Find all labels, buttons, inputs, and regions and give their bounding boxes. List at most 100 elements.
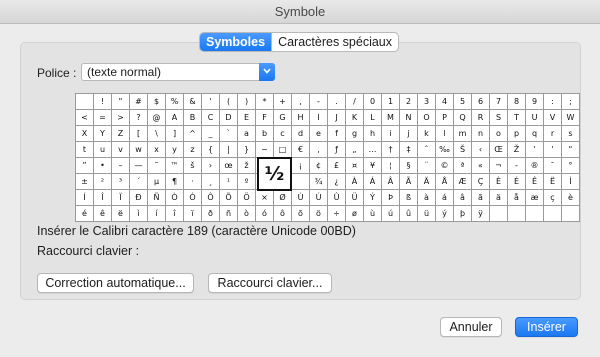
symbol-cell[interactable]: š xyxy=(183,157,202,174)
symbol-cell[interactable]: U xyxy=(525,109,544,126)
symbol-cell[interactable]: ¨ xyxy=(417,157,436,174)
symbol-cell[interactable]: ‹ xyxy=(471,141,490,158)
symbol-cell[interactable]: 1 xyxy=(381,93,400,110)
symbol-cell[interactable]: r xyxy=(543,125,562,142)
symbol-cell[interactable] xyxy=(525,205,544,222)
symbol-cell[interactable]: T xyxy=(507,109,526,126)
symbol-cell[interactable]: ç xyxy=(543,189,562,206)
symbol-cell[interactable]: A xyxy=(165,109,184,126)
symbol-cell[interactable]: Â xyxy=(381,173,400,190)
keyboard-shortcut-button[interactable]: Raccourci clavier... xyxy=(208,273,332,293)
symbol-cell[interactable]: ë xyxy=(111,205,130,222)
symbol-cell[interactable]: ž xyxy=(237,157,256,174)
symbol-cell[interactable]: H xyxy=(291,109,310,126)
symbol-cell[interactable]: 4 xyxy=(435,93,454,110)
symbol-cell[interactable]: ö xyxy=(309,205,328,222)
symbol-cell[interactable]: Ü xyxy=(345,189,364,206)
symbol-cell[interactable]: À xyxy=(345,173,364,190)
symbol-cell[interactable]: ² xyxy=(93,173,112,190)
symbol-cell[interactable]: e xyxy=(309,125,328,142)
symbol-cell[interactable]: ) xyxy=(237,93,256,110)
symbol-cell[interactable]: ¶ xyxy=(165,173,184,190)
symbol-cell[interactable]: Û xyxy=(327,189,346,206)
symbol-cell[interactable]: Á xyxy=(363,173,382,190)
symbol-cell[interactable]: ü xyxy=(417,205,436,222)
symbol-cell[interactable] xyxy=(489,205,508,222)
symbol-cell[interactable]: ^ xyxy=(183,125,202,142)
symbol-cell[interactable]: S xyxy=(489,109,508,126)
symbol-cell[interactable]: D xyxy=(219,109,238,126)
symbol-cell[interactable]: Ë xyxy=(543,173,562,190)
symbol-cell[interactable]: µ xyxy=(147,173,166,190)
symbol-cell[interactable]: < xyxy=(75,109,94,126)
symbol-cell[interactable]: " xyxy=(111,93,130,110)
symbol-cell[interactable]: Ö xyxy=(237,189,256,206)
symbol-cell[interactable]: — xyxy=(129,157,148,174)
symbol-cell[interactable]: g xyxy=(345,125,364,142)
police-select[interactable]: (texte normal) xyxy=(81,63,275,81)
symbol-cell[interactable]: º xyxy=(237,173,256,190)
symbol-cell[interactable]: # xyxy=(129,93,148,110)
symbol-cell[interactable]: ˆ xyxy=(417,141,436,158)
symbol-cell[interactable]: { xyxy=(201,141,220,158)
symbol-cell[interactable]: M xyxy=(381,109,400,126)
symbol-cell[interactable]: ì xyxy=(129,205,148,222)
symbol-cell[interactable]: 3 xyxy=(417,93,436,110)
symbol-cell[interactable]: - xyxy=(507,157,526,174)
symbol-cell[interactable]: è xyxy=(561,189,580,206)
symbol-cell[interactable]: ¯ xyxy=(543,157,562,174)
symbol-cell[interactable]: w xyxy=(129,141,148,158)
symbol-cell[interactable]: □ xyxy=(273,141,292,158)
symbol-cell[interactable]: Ò xyxy=(165,189,184,206)
symbol-cell[interactable]: œ xyxy=(219,157,238,174)
symbol-cell[interactable]: y xyxy=(165,141,184,158)
symbol-cell[interactable]: n xyxy=(471,125,490,142)
symbol-cell[interactable]: ? xyxy=(129,109,148,126)
symbol-cell[interactable]: Ø xyxy=(273,189,292,206)
symbol-cell[interactable]: ! xyxy=(93,93,112,110)
symbol-cell[interactable]: € xyxy=(291,141,310,158)
symbol-cell[interactable]: B xyxy=(183,109,202,126)
symbol-cell[interactable]: Ñ xyxy=(147,189,166,206)
symbol-cell[interactable]: õ xyxy=(291,205,310,222)
symbol-cell[interactable]: N xyxy=(399,109,418,126)
symbol-cell[interactable]: Ï xyxy=(111,189,130,206)
symbol-cell[interactable]: – xyxy=(111,157,130,174)
symbol-cell[interactable]: Å xyxy=(435,173,454,190)
symbol-cell[interactable]: â xyxy=(453,189,472,206)
symbol-cell[interactable]: † xyxy=(381,141,400,158)
symbol-cell[interactable]: ¿ xyxy=(327,173,346,190)
symbol-cell[interactable]: ó xyxy=(255,205,274,222)
symbol-cell[interactable]: | xyxy=(219,141,238,158)
autocorrect-button[interactable]: Correction automatique... xyxy=(37,273,194,293)
symbol-cell[interactable]: û xyxy=(399,205,418,222)
symbol-cell[interactable]: . xyxy=(327,93,346,110)
symbol-cell[interactable]: ï xyxy=(183,205,202,222)
symbol-cell[interactable]: Õ xyxy=(219,189,238,206)
symbol-cell[interactable]: ' xyxy=(543,141,562,158)
symbol-cell[interactable]: ( xyxy=(219,93,238,110)
symbol-cell[interactable]: Ç xyxy=(471,173,490,190)
symbol-cell[interactable]: È xyxy=(489,173,508,190)
symbol-cell[interactable]: Í xyxy=(75,189,94,206)
symbol-cell[interactable]: × xyxy=(255,189,274,206)
symbol-cell[interactable]: · xyxy=(183,173,202,190)
symbol-cell[interactable]: W xyxy=(561,109,580,126)
symbol-cell[interactable]: ò xyxy=(237,205,256,222)
symbol-cell[interactable]: 7 xyxy=(489,93,508,110)
symbol-cell[interactable]: s xyxy=(561,125,580,142)
symbol-cell[interactable]: I xyxy=(309,109,328,126)
symbol-cell[interactable]: , xyxy=(309,141,328,158)
symbol-cell[interactable]: l xyxy=(435,125,454,142)
symbol-cell[interactable]: i xyxy=(381,125,400,142)
symbol-cell[interactable]: ³ xyxy=(111,173,130,190)
symbol-cell[interactable]: Ó xyxy=(183,189,202,206)
symbol-cell[interactable]: > xyxy=(111,109,130,126)
symbol-cell[interactable]: © xyxy=(435,157,454,174)
symbol-cell[interactable]: ÿ xyxy=(471,205,490,222)
symbol-cell[interactable]: › xyxy=(201,157,220,174)
symbol-cell[interactable]: Y xyxy=(93,125,112,142)
symbol-cell[interactable]: ú xyxy=(381,205,400,222)
symbol-cell[interactable]: + xyxy=(273,93,292,110)
symbol-cell[interactable]: V xyxy=(543,109,562,126)
